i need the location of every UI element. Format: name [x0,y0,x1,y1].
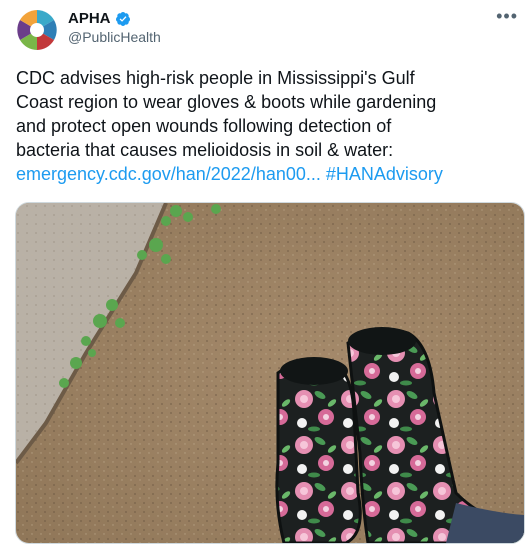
author-name-row[interactable]: APHA [68,9,131,29]
avatar[interactable] [15,8,59,52]
tweet-line: and protect open wounds following detect… [16,116,392,136]
author-name[interactable]: APHA [68,9,111,29]
tweet-text: CDC advises high-risk people in Mississi… [16,66,528,186]
more-horizontal-icon: ••• [496,6,518,26]
tweet-link[interactable]: emergency.cdc.gov/han/2022/han00... [16,164,321,184]
tweet: APHA @PublicHealth ••• CDC advises high-… [0,0,532,552]
tweet-line: CDC advises high-risk people in Mississi… [16,68,415,88]
tweet-hashtag[interactable]: #HANAdvisory [326,164,443,184]
tweet-line: bacteria that causes melioidosis in soil… [16,140,394,160]
tweet-line: Coast region to wear gloves & boots whil… [16,92,437,112]
more-options-button[interactable]: ••• [496,6,518,27]
apha-logo-icon [15,8,59,52]
garden-boots-photo [16,203,524,543]
verified-badge-icon [115,12,130,26]
author-handle[interactable]: @PublicHealth [68,28,161,46]
tweet-photo[interactable] [15,202,525,544]
tweet-link-line: emergency.cdc.gov/han/2022/han00... #HAN… [16,162,528,186]
